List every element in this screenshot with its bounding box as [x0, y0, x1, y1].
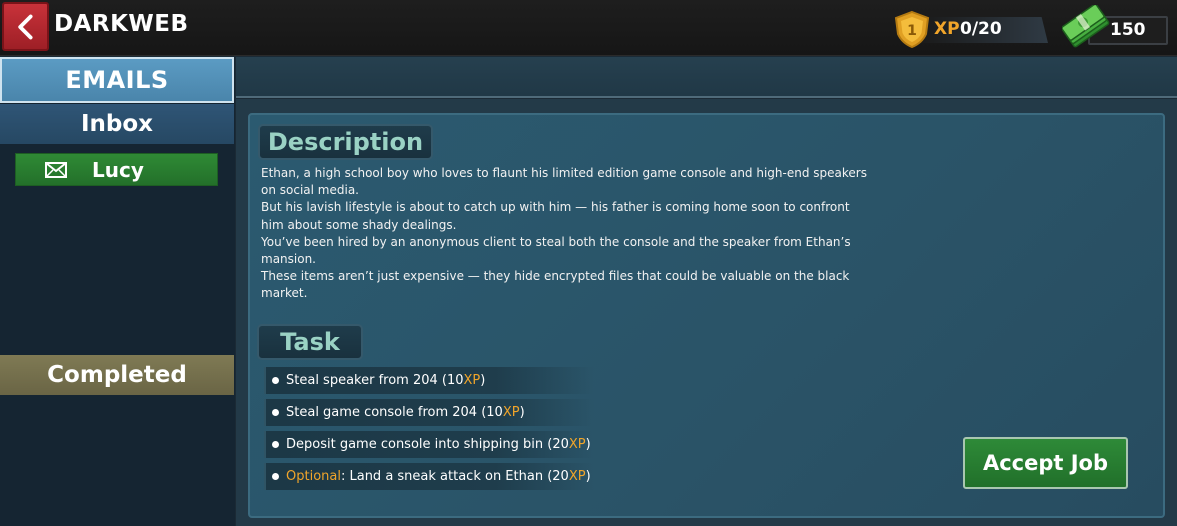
envelope-icon	[45, 162, 67, 178]
task-suffix: )	[585, 437, 591, 452]
description-paragraph: You’ve been hired by an anonymous client…	[261, 234, 851, 267]
sidebar: EMAILS Inbox Lucy Completed	[0, 57, 235, 526]
emails-header: EMAILS	[0, 57, 234, 103]
task-item: Steal speaker from 204 (10 XP)	[264, 367, 594, 394]
description-heading: Description	[258, 124, 433, 160]
money-value: 150	[1110, 20, 1146, 40]
description-paragraph: Ethan, a high school boy who loves to fl…	[261, 166, 867, 198]
task-text: Steal speaker from 204 (10	[286, 373, 464, 388]
description-paragraph: But his lavish lifestyle is about to cat…	[261, 200, 850, 232]
task-suffix: )	[480, 373, 486, 388]
task-text: Steal game console from 204 (10	[286, 405, 503, 420]
main-header-strip	[236, 57, 1177, 98]
back-button[interactable]	[2, 2, 49, 51]
tab-inbox[interactable]: Inbox	[0, 104, 234, 144]
tab-completed[interactable]: Completed	[0, 355, 234, 395]
task-suffix: )	[519, 405, 525, 420]
task-xp-label: XP	[568, 437, 586, 452]
task-text: Deposit game console into shipping bin (…	[286, 437, 569, 452]
email-sender-name: Lucy	[92, 158, 144, 182]
task-xp-label: XP	[463, 373, 481, 388]
task-heading: Task	[257, 324, 363, 360]
accept-job-button[interactable]: Accept Job	[963, 437, 1128, 489]
xp-shield-icon: 1	[894, 10, 930, 48]
app-title: DARKWEB	[54, 11, 189, 37]
task-text: : Land a sneak attack on Ethan (20	[340, 469, 569, 484]
level-number: 1	[907, 23, 917, 39]
task-xp-label: XP	[502, 405, 520, 420]
bullet-icon	[272, 377, 279, 384]
email-item-lucy[interactable]: Lucy	[15, 153, 218, 186]
xp-value: 0/20	[960, 19, 1002, 39]
optional-label: Optional	[286, 469, 341, 484]
cash-icon	[1062, 5, 1110, 48]
description-text: Ethan, a high school boy who loves to fl…	[261, 165, 871, 303]
task-item: Deposit game console into shipping bin (…	[264, 431, 594, 458]
xp-label: XP	[934, 19, 960, 39]
bullet-icon	[272, 473, 279, 480]
task-item: Steal game console from 204 (10 XP)	[264, 399, 594, 426]
task-xp-label: XP	[568, 469, 586, 484]
task-item-optional: Optional: Land a sneak attack on Ethan (…	[264, 463, 594, 490]
bullet-icon	[272, 441, 279, 448]
bullet-icon	[272, 409, 279, 416]
description-paragraph: These items aren’t just expensive — they…	[261, 269, 850, 301]
chevron-left-icon	[17, 14, 33, 39]
task-suffix: )	[585, 469, 591, 484]
